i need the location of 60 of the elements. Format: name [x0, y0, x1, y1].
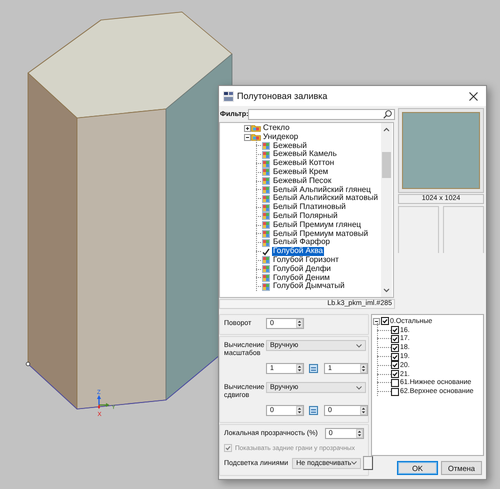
- tree-item[interactable]: Бежевый: [272, 142, 308, 150]
- equals-icon: [311, 408, 316, 412]
- caret-icon: [356, 386, 362, 390]
- tree-item[interactable]: Голубой Горизонт: [272, 256, 340, 265]
- checkbox[interactable]: [391, 334, 399, 343]
- expand-icon[interactable]: [244, 124, 251, 132]
- tree-item[interactable]: Бежевый Крем: [272, 168, 330, 177]
- spinner-arrows-icon[interactable]: [296, 406, 303, 415]
- x-axis-arrow: [98, 405, 100, 409]
- tree-item[interactable]: Бежевый Коттон: [272, 159, 336, 168]
- checkbox[interactable]: [391, 326, 399, 334]
- window-title: Полутоновая заливка: [237, 91, 328, 101]
- caret-icon: [356, 344, 362, 348]
- thumbnail-slot: [398, 206, 439, 253]
- checkbox[interactable]: [391, 370, 399, 378]
- spinner-arrows-icon[interactable]: [296, 364, 303, 373]
- tree-item[interactable]: Белый Премиум глянец: [272, 220, 362, 230]
- tree-item[interactable]: Голубой Аква: [272, 247, 324, 256]
- checkbox[interactable]: [391, 344, 399, 352]
- close-icon: [468, 92, 478, 100]
- equals-icon: [311, 366, 316, 370]
- collapse-icon[interactable]: [373, 318, 380, 325]
- tree-item[interactable]: Белый Полярный: [272, 212, 339, 221]
- tree-item[interactable]: Белый Альпийский глянец: [272, 186, 372, 194]
- collapse-icon[interactable]: [244, 134, 251, 141]
- checkbox[interactable]: [391, 352, 399, 361]
- tree-item[interactable]: Белый Фарфор: [272, 238, 332, 248]
- color-button[interactable]: [363, 456, 374, 470]
- caret-icon: [351, 461, 358, 465]
- link-button[interactable]: [309, 406, 318, 415]
- app-icon: [223, 90, 234, 102]
- checkbox[interactable]: [391, 378, 399, 387]
- checkbox[interactable]: [381, 317, 389, 326]
- folder-icon: [251, 133, 261, 142]
- tree-item[interactable]: Белый Платиновый: [272, 203, 347, 212]
- tree-item[interactable]: Голубой Дымчатый: [272, 282, 346, 292]
- y-axis-arrow: [99, 403, 110, 407]
- link-button[interactable]: [309, 364, 318, 373]
- tree-item[interactable]: Унидекор: [262, 132, 300, 142]
- tree-item[interactable]: Белый Премиум матовый: [272, 230, 370, 238]
- tree-item[interactable]: Голубой Делфи: [272, 264, 332, 274]
- tree-item[interactable]: Стекло: [262, 124, 291, 133]
- scrollbar[interactable]: [381, 123, 392, 297]
- tree-item[interactable]: Белый Альпийский матовый: [272, 194, 379, 204]
- tree-item[interactable]: Бежевый Песок: [272, 176, 332, 186]
- folder-icon: [251, 124, 261, 132]
- spinner-arrows-icon[interactable]: [360, 406, 367, 415]
- check-icon: [262, 248, 270, 256]
- tree-item[interactable]: Голубой Деним: [272, 274, 331, 282]
- search-icon: [383, 110, 392, 119]
- filter-field[interactable]: [248, 109, 395, 120]
- spinner-arrows-icon[interactable]: [360, 364, 367, 373]
- tree-item[interactable]: Бежевый Камель: [272, 150, 338, 160]
- vertex-marker: [26, 362, 30, 366]
- thumbnail-slot: [443, 206, 484, 253]
- spinner-arrows-icon[interactable]: [356, 429, 363, 438]
- checkbox[interactable]: [391, 388, 399, 396]
- z-axis-arrow: [97, 395, 101, 405]
- spinner-arrows-icon[interactable]: [296, 319, 303, 328]
- checkbox[interactable]: [391, 361, 399, 370]
